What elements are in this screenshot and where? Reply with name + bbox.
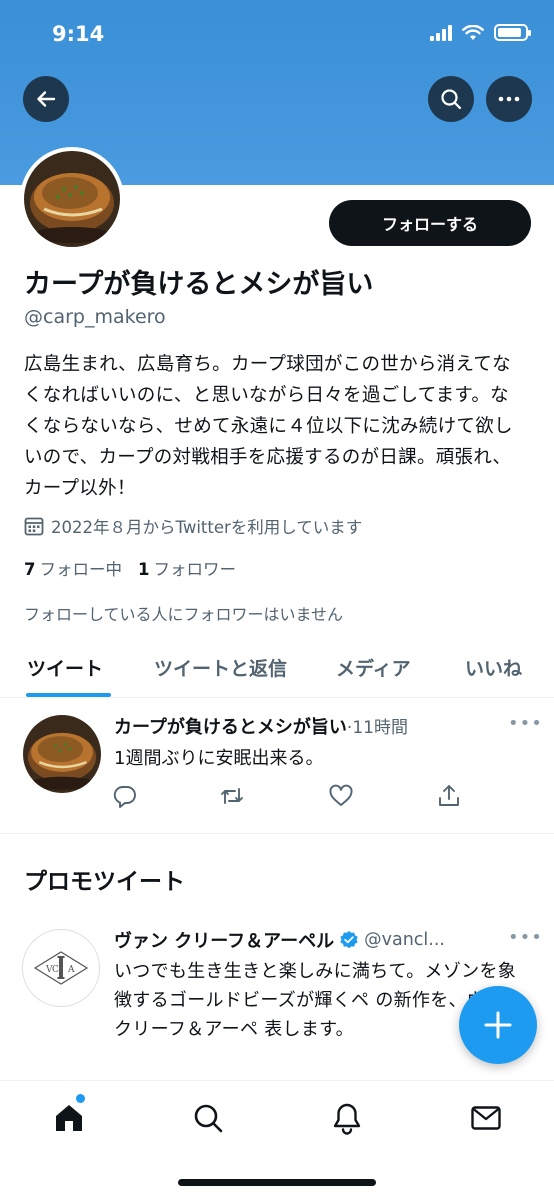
- following-label: フォロー中: [39, 560, 122, 579]
- tweet-author-name[interactable]: カープが負けるとメシが旨い: [114, 717, 347, 738]
- vca-logo-c: C: [52, 965, 59, 975]
- profile-handle: @carp_makero: [24, 306, 166, 328]
- share-icon[interactable]: [436, 783, 462, 809]
- tweet-time[interactable]: 11時間: [352, 718, 408, 738]
- like-icon[interactable]: [328, 783, 354, 809]
- calendar-icon: [24, 517, 44, 536]
- search-icon: [441, 89, 462, 110]
- followers-label: フォロワー: [153, 560, 236, 579]
- okonomiyaki-photo: [23, 715, 101, 793]
- promoted-avatar[interactable]: V C A: [22, 929, 100, 1007]
- active-tab-indicator: [26, 693, 111, 697]
- tweet[interactable]: カープが負けるとメシが旨い·11時間 ••• 1週間ぶりに安眠出来る。: [0, 699, 554, 834]
- following-count: 7: [24, 560, 36, 579]
- retweet-icon[interactable]: [219, 783, 245, 809]
- profile-tabs: ツイート ツイートと返信 メディア いいね: [0, 640, 554, 698]
- verified-badge-icon: [340, 931, 358, 949]
- home-icon[interactable]: [52, 1101, 86, 1135]
- compose-tweet-button[interactable]: [459, 986, 537, 1064]
- plus-icon: [484, 1011, 512, 1039]
- status-icons: [430, 24, 531, 41]
- promoted-tweets-heading: プロモツイート: [24, 869, 185, 895]
- more-horizontal-icon: [498, 96, 520, 102]
- messages-envelope-icon[interactable]: [469, 1101, 503, 1135]
- cellular-signal-icon: [430, 24, 452, 41]
- tab-tweets-and-replies[interactable]: ツイートと返信: [154, 654, 287, 681]
- home-indicator: [178, 1179, 376, 1186]
- vca-logo: V C A: [33, 951, 89, 985]
- promoted-handle[interactable]: @vancl...: [364, 930, 445, 950]
- promoted-more-icon[interactable]: •••: [508, 927, 543, 948]
- profile-avatar[interactable]: [20, 147, 124, 251]
- profile-display-name: カープが負けるとメシが旨い: [24, 269, 374, 300]
- tab-likes[interactable]: いいね: [465, 654, 522, 681]
- tweet-header: カープが負けるとメシが旨い·11時間: [114, 713, 408, 739]
- back-button[interactable]: [23, 76, 69, 122]
- tab-media[interactable]: メディア: [336, 654, 411, 681]
- tweet-actions: [112, 783, 462, 809]
- joined-date: 2022年８月からTwitterを利用しています: [24, 514, 362, 538]
- search-button[interactable]: [428, 76, 474, 122]
- tab-tweets[interactable]: ツイート: [27, 654, 103, 681]
- followers-count: 1: [137, 560, 150, 579]
- promoted-author-name[interactable]: ヴァン クリーフ＆アーペル: [114, 927, 334, 953]
- status-time: 9:14: [52, 22, 105, 46]
- tweet-text: 1週間ぶりに安眠出来る。: [114, 748, 324, 769]
- status-bar: 9:14: [0, 0, 554, 70]
- arrow-left-icon: [37, 91, 56, 107]
- followers-link[interactable]: 1 フォロワー: [138, 556, 236, 580]
- more-options-button[interactable]: [486, 76, 532, 122]
- notifications-bell-icon[interactable]: [330, 1101, 364, 1135]
- joined-text: 2022年８月からTwitterを利用しています: [51, 518, 363, 537]
- following-link[interactable]: 7 フォロー中: [24, 556, 122, 580]
- tweet-avatar[interactable]: [23, 715, 101, 793]
- reply-icon[interactable]: [112, 783, 138, 809]
- battery-icon: [494, 24, 531, 41]
- wifi-icon: [462, 24, 484, 40]
- promoted-header: ヴァン クリーフ＆アーペル @vancl...: [114, 927, 445, 953]
- battery-level: [498, 28, 522, 37]
- profile-bio: 広島生まれ、広島育ち。カープ球団がこの世から消えてなくなればいいのに、と思いなが…: [24, 354, 513, 499]
- follow-button[interactable]: フォローする: [329, 200, 531, 246]
- vca-logo-a: A: [67, 965, 75, 975]
- follow-counts: 7 フォロー中 1 フォロワー: [24, 556, 236, 580]
- home-notification-dot: [76, 1094, 85, 1103]
- followers-you-know-note: フォローしている人にフォロワーはいません: [24, 605, 344, 624]
- search-icon[interactable]: [191, 1101, 225, 1135]
- okonomiyaki-photo: [24, 151, 120, 247]
- tweet-more-icon[interactable]: •••: [508, 713, 543, 734]
